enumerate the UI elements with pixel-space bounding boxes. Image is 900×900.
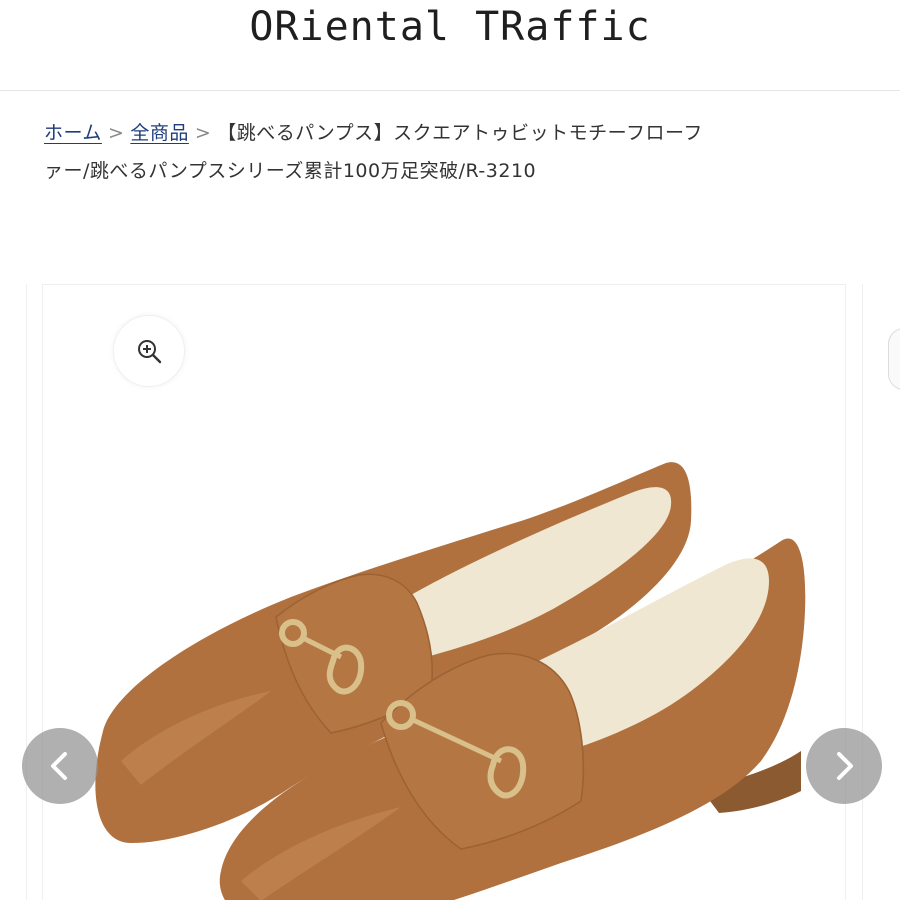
breadcrumb: ホーム > 全商品 > 【跳べるパンプス】スクエアトゥビットモチーフローフ ァー/跳べるパ… <box>44 114 864 190</box>
chevron-right-icon <box>837 752 853 780</box>
previous-image-button[interactable] <box>22 728 98 804</box>
breadcrumb-current-line1: 【跳べるパンプス】スクエアトゥビットモチーフローフ <box>217 122 703 144</box>
product-image-gallery <box>0 284 900 900</box>
zoom-in-icon <box>138 340 162 364</box>
breadcrumb-current-line2: ァー/跳べるパンプスシリーズ累計100万足突破/R-3210 <box>44 160 537 182</box>
next-slide-zoom-button <box>888 328 900 390</box>
product-image-slide <box>42 284 846 900</box>
breadcrumb-home-link[interactable]: ホーム <box>44 122 102 144</box>
breadcrumb-separator: > <box>107 122 125 144</box>
next-image-button[interactable] <box>806 728 882 804</box>
zoom-button[interactable] <box>113 315 185 387</box>
previous-slide-edge <box>0 284 27 900</box>
chevron-left-icon <box>51 752 67 780</box>
breadcrumb-separator: > <box>194 122 212 144</box>
site-header: ORiental TRaffic <box>0 0 900 91</box>
breadcrumb-all-products-link[interactable]: 全商品 <box>130 122 189 144</box>
site-logo[interactable]: ORiental TRaffic <box>0 2 900 52</box>
